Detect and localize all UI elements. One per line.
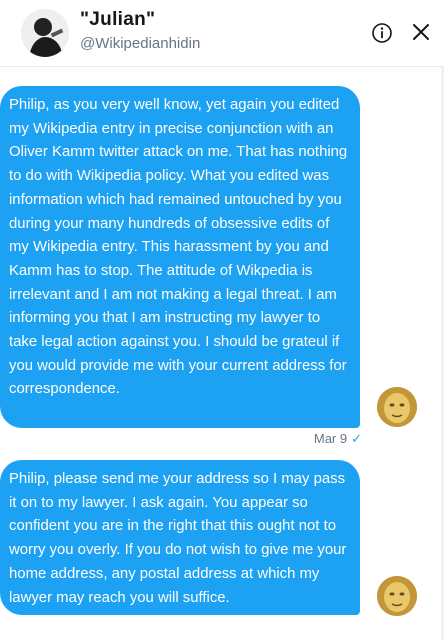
message-bubble[interactable]: Philip, please send me your address so I… [0, 460, 360, 615]
conversation-header: "Julian" @Wikipedianhidin [0, 0, 444, 67]
user-avatar-icon[interactable] [21, 9, 69, 57]
message-meta: Mar 9 ✓ [0, 431, 362, 447]
sender-avatar-icon[interactable] [377, 576, 417, 616]
close-icon[interactable] [410, 21, 432, 43]
info-icon[interactable] [370, 21, 394, 45]
message-timestamp: Mar 9 [313, 431, 348, 446]
message-bubble[interactable]: Philip, as you very well know, yet again… [0, 86, 360, 428]
checkmark-icon: ✓ [351, 431, 362, 446]
message-thread[interactable]: Philip, as you very well know, yet again… [0, 67, 444, 640]
user-handle[interactable]: @Wikipedianhidin [80, 35, 200, 52]
display-name: "Julian" [80, 9, 156, 30]
sender-avatar-icon[interactable] [377, 387, 417, 427]
